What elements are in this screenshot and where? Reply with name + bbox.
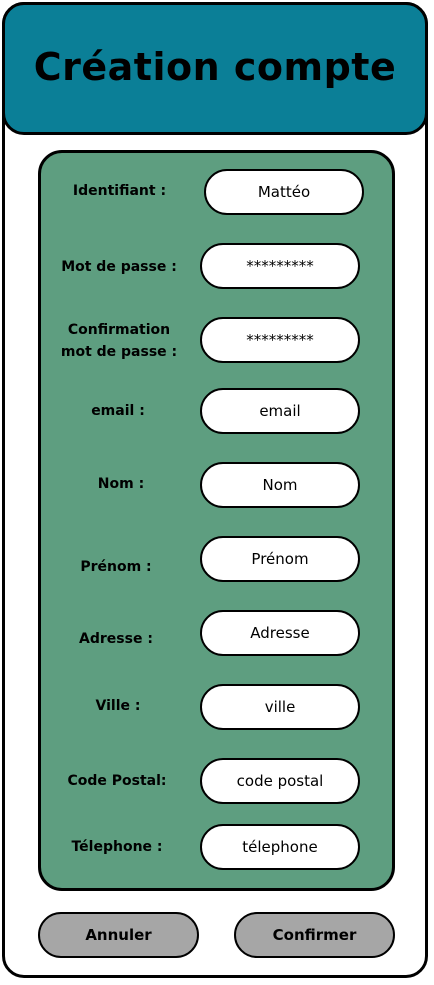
prenom-label: Prénom :: [80, 559, 152, 575]
telephone-field[interactable]: télephone: [200, 824, 360, 870]
adresse-field[interactable]: Adresse: [200, 610, 360, 656]
page-title: Création compte: [33, 44, 397, 89]
password-confirm-label-line1: Confirmation: [67, 322, 171, 338]
confirm-button[interactable]: Confirmer: [234, 912, 395, 958]
password-label: Mot de passe :: [61, 259, 177, 275]
password-confirm-field[interactable]: *********: [200, 317, 360, 363]
code-postal-field[interactable]: code postal: [200, 758, 360, 804]
password-field[interactable]: *********: [200, 243, 360, 289]
identifiant-field[interactable]: Mattéo: [204, 169, 364, 215]
code-postal-label: Code Postal:: [67, 773, 167, 789]
identifiant-label: Identifiant :: [72, 183, 167, 199]
prenom-field[interactable]: Prénom: [200, 536, 360, 582]
cancel-button[interactable]: Annuler: [38, 912, 199, 958]
adresse-label: Adresse :: [79, 631, 153, 647]
ville-field[interactable]: ville: [200, 684, 360, 730]
nom-label: Nom :: [97, 476, 145, 492]
email-label: email :: [91, 403, 145, 419]
ville-label: Ville :: [95, 698, 141, 714]
nom-field[interactable]: Nom: [200, 462, 360, 508]
header-bar: Création compte: [2, 2, 428, 135]
email-field[interactable]: email: [200, 388, 360, 434]
password-confirm-label-line2: mot de passe :: [60, 344, 178, 360]
telephone-label: Télephone :: [71, 839, 163, 855]
